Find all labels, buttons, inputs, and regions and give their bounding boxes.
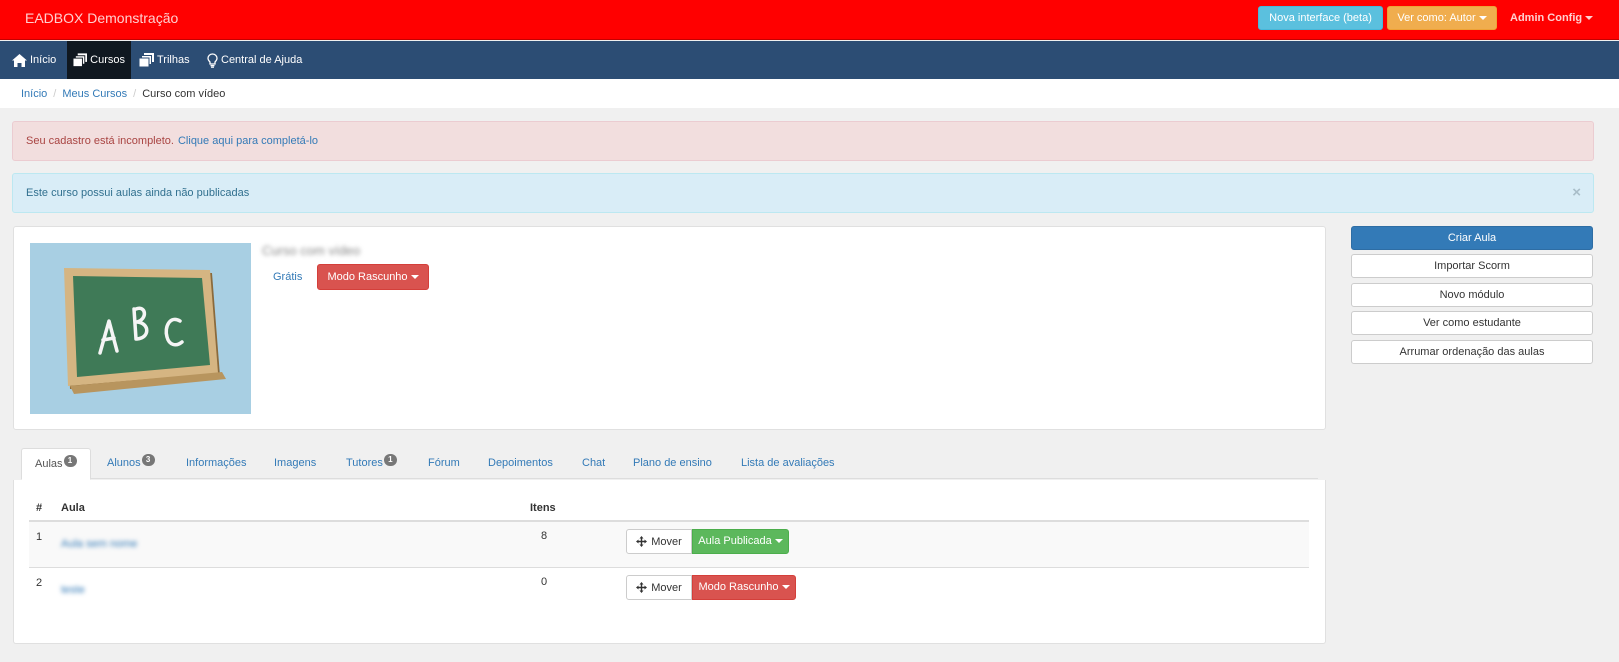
course-title: Curso com vídeo <box>262 243 361 258</box>
move-label: Mover <box>651 581 682 594</box>
lesson-items-count: 8 <box>541 530 548 542</box>
alert-text: Este curso possui aulas ainda não public… <box>26 187 250 199</box>
nav-label: Início <box>30 54 57 66</box>
tab-badge: 1 <box>63 455 77 467</box>
tab-label: Tutores <box>346 457 383 469</box>
admin-config-menu[interactable]: Admin Config <box>1510 12 1594 24</box>
view-as-label: Ver como: Autor <box>1397 12 1476 24</box>
view-as-student-button[interactable]: Ver como estudante <box>1351 311 1593 335</box>
lesson-status-dropdown[interactable]: Aula Publicada <box>692 529 789 554</box>
tab-plano-de-ensino[interactable]: Plano de ensino <box>633 448 712 479</box>
table-row: 2 teste 0 Mover Modo Rascunho <box>29 568 1309 614</box>
move-button[interactable]: Mover <box>626 529 692 554</box>
courses-icon <box>73 53 88 67</box>
caret-down-icon <box>1478 16 1487 21</box>
tab-depoimentos[interactable]: Depoimentos <box>488 448 553 479</box>
lesson-items-count: 0 <box>541 576 548 588</box>
lesson-name[interactable]: teste <box>61 584 85 596</box>
close-icon[interactable]: × <box>1572 184 1581 201</box>
lesson-status-dropdown[interactable]: Modo Rascunho <box>692 575 796 600</box>
caret-down-icon <box>1585 16 1594 21</box>
breadcrumb-current: Curso com vídeo <box>142 87 226 100</box>
lesson-name[interactable]: Aula sem nome <box>61 538 137 550</box>
course-panel: Curso com vídeo Grátis Modo Rascunho <box>13 226 1326 430</box>
new-module-button[interactable]: Novo módulo <box>1351 283 1593 307</box>
arrange-lesson-order-button[interactable]: Arrumar ordenação das aulas <box>1351 340 1593 364</box>
admin-config-label: Admin Config <box>1510 12 1583 24</box>
tab-lista-de-avaliacoes[interactable]: Lista de avaliações <box>741 448 835 479</box>
breadcrumb-inicio[interactable]: Início <box>21 88 47 100</box>
nav-label: Cursos <box>90 54 125 66</box>
tab-imagens[interactable]: Imagens <box>274 448 316 479</box>
tab-tutores[interactable]: Tutores 1 <box>346 448 397 479</box>
course-thumbnail[interactable] <box>30 243 251 414</box>
nav-label: Trilhas <box>157 54 190 66</box>
move-icon <box>636 536 648 547</box>
nav-item-central-de-ajuda[interactable]: Central de Ajuda <box>201 41 308 79</box>
tab-badge: 3 <box>141 454 155 466</box>
import-scorm-button[interactable]: Importar Scorm <box>1351 254 1593 278</box>
brand-title[interactable]: EADBOX Demonstração <box>25 10 178 26</box>
move-button[interactable]: Mover <box>626 575 692 600</box>
chalkboard-image <box>30 243 251 414</box>
view-as-dropdown[interactable]: Ver como: Autor <box>1387 6 1497 30</box>
create-lesson-button[interactable]: Criar Aula <box>1351 226 1593 250</box>
caret-down-icon <box>781 585 790 590</box>
complete-profile-link[interactable]: Clique aqui para completá-lo <box>178 135 318 147</box>
course-status-dropdown[interactable]: Modo Rascunho <box>317 264 429 290</box>
move-label: Mover <box>651 535 682 548</box>
alert-text: Seu cadastro está incompleto. <box>26 135 174 147</box>
column-header-number: # <box>36 502 43 514</box>
nav-item-inicio[interactable]: Início <box>6 41 62 79</box>
main-navbar: Início Cursos Trilhas Central de Ajuda <box>0 41 1619 79</box>
lightbulb-icon <box>207 52 218 68</box>
breadcrumb-separator: / <box>133 87 137 100</box>
lesson-number: 2 <box>36 577 43 589</box>
top-bar: EADBOX Demonstração Nova interface (beta… <box>0 0 1619 40</box>
column-header-items: Itens <box>530 502 556 514</box>
caret-down-icon <box>774 539 783 544</box>
tab-aulas[interactable]: Aulas 1 <box>21 448 91 480</box>
tab-label: Aulas <box>35 458 63 470</box>
unpublished-lessons-alert: Este curso possui aulas ainda não public… <box>12 173 1594 213</box>
nav-label: Central de Ajuda <box>221 54 303 66</box>
caret-down-icon <box>410 275 419 280</box>
breadcrumb-meus-cursos[interactable]: Meus Cursos <box>62 88 127 100</box>
lesson-number: 1 <box>36 531 43 543</box>
tab-badge: 1 <box>383 454 397 466</box>
lesson-status-label: Modo Rascunho <box>698 581 779 593</box>
breadcrumb-separator: / <box>53 87 57 100</box>
tab-label: Alunos <box>107 457 141 469</box>
nav-item-trilhas[interactable]: Trilhas <box>133 41 196 79</box>
table-row: 1 Aula sem nome 8 Mover Aula Publicada <box>29 522 1309 568</box>
move-icon <box>636 582 648 593</box>
incomplete-profile-alert: Seu cadastro está incompleto. Clique aqu… <box>12 121 1594 161</box>
course-status-label: Modo Rascunho <box>327 271 408 283</box>
home-icon <box>12 53 27 67</box>
course-price[interactable]: Grátis <box>273 271 302 283</box>
tab-chat[interactable]: Chat <box>582 448 605 479</box>
tab-informacoes[interactable]: Informações <box>186 448 247 479</box>
trails-icon <box>139 53 154 67</box>
column-header-lesson: Aula <box>61 502 85 514</box>
breadcrumb: Início / Meus Cursos / Curso com vídeo <box>0 79 1619 108</box>
nav-item-cursos[interactable]: Cursos <box>67 41 131 79</box>
tab-forum[interactable]: Fórum <box>428 448 460 479</box>
lesson-status-label: Aula Publicada <box>698 535 772 547</box>
new-interface-button[interactable]: Nova interface (beta) <box>1258 6 1383 30</box>
tab-alunos[interactable]: Alunos 3 <box>107 448 155 479</box>
